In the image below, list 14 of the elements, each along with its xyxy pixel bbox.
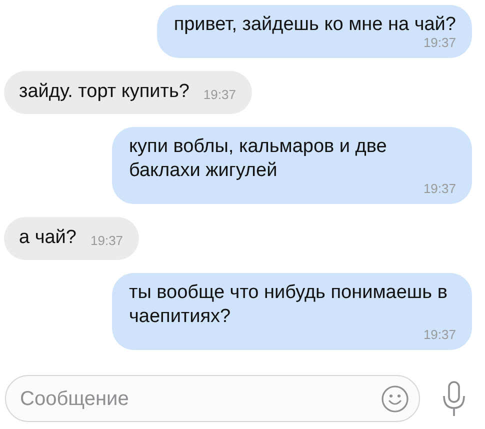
message-text: ты вообще что нибудь понимаешь в чаепитиях? [129, 281, 448, 329]
message-time: 19:37 [203, 87, 236, 103]
message-text: зайду. торт купить? [19, 80, 190, 104]
microphone-icon[interactable] [442, 380, 466, 416]
message-time: 19:37 [90, 233, 124, 249]
message-time: 19:37 [423, 35, 456, 51]
message-text: а чай? [19, 226, 76, 250]
message-time: 19:37 [423, 327, 456, 343]
message-input[interactable]: Сообщение [20, 384, 381, 414]
message-text: привет, зайдешь ко мне на чай? [174, 13, 456, 37]
message-text: купи воблы, кальмаров и две баклахи жигулей [129, 135, 388, 183]
message-time: 19:37 [423, 181, 456, 197]
smiley-icon[interactable] [381, 384, 409, 412]
message-field[interactable]: Сообщение [5, 375, 420, 422]
